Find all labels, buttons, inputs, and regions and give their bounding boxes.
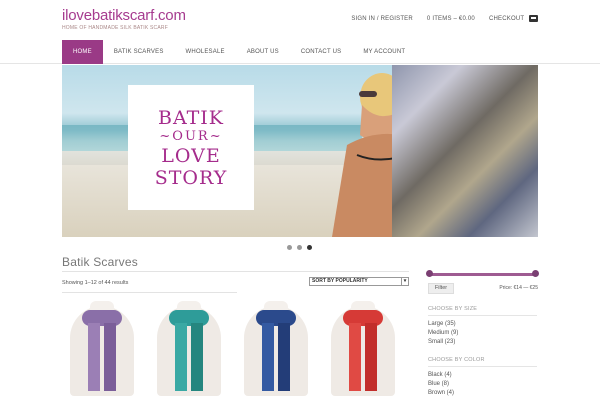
product-scarf — [365, 323, 377, 391]
slider-pagination — [287, 245, 312, 250]
slider-dot-2[interactable] — [297, 245, 302, 250]
cart-summary-link[interactable]: 0 ITEMS – €0.00 — [427, 16, 475, 22]
nav-batik-scarves[interactable]: BATIK SCARVES — [103, 40, 175, 64]
checkout-label: CHECKOUT — [488, 16, 525, 23]
product-scarf — [191, 323, 203, 391]
section-divider — [62, 271, 409, 272]
price-range-slider[interactable] — [428, 273, 537, 276]
product-scarf — [104, 323, 116, 391]
nav-home[interactable]: HOME — [62, 40, 103, 64]
size-filter-heading: CHOOSE BY SIZE — [428, 306, 478, 312]
account-links: SIGN IN / REGISTER 0 ITEMS – €0.00 CHECK… — [351, 15, 538, 22]
color-filter-heading: CHOOSE BY COLOR — [428, 357, 485, 363]
sign-in-link[interactable]: SIGN IN / REGISTER — [351, 16, 413, 22]
product-scarf — [88, 323, 100, 391]
main-navigation: HOME BATIK SCARVES WHOLESALE ABOUT US CO… — [0, 40, 600, 64]
product-scarf — [262, 323, 274, 391]
product-card[interactable] — [238, 301, 314, 396]
price-range-label: Price: €14 — €25 — [499, 285, 538, 291]
size-filter-small[interactable]: Small (23) — [428, 339, 455, 345]
nav-wholesale[interactable]: WHOLESALE — [175, 40, 236, 64]
product-card[interactable] — [151, 301, 227, 396]
hero-scarf — [392, 65, 538, 237]
product-scarf — [278, 323, 290, 391]
site-title[interactable]: ilovebatikscarf.com — [62, 7, 186, 24]
site-logo[interactable]: ilovebatikscarf.com HOME OF HANDMADE SIL… — [62, 7, 186, 31]
nav-my-account[interactable]: MY ACCOUNT — [352, 40, 416, 64]
color-filter-black[interactable]: Black (4) — [428, 372, 452, 378]
size-filter-divider — [428, 315, 537, 316]
result-divider — [62, 292, 237, 293]
color-filter-divider — [428, 366, 537, 367]
hero-logo-love: LOVE — [161, 144, 221, 167]
nav-about-us[interactable]: ABOUT US — [236, 40, 290, 64]
hero-logo-batik: BATIK — [157, 106, 225, 129]
hero-logo-our: ~OUR~ — [159, 128, 223, 144]
sort-select-value: SORT BY POPULARITY — [312, 278, 368, 284]
section-title: Batik Scarves — [62, 255, 138, 269]
filter-button[interactable]: Filter — [428, 283, 454, 294]
color-filter-brown[interactable]: Brown (4) — [428, 390, 454, 396]
chevron-down-icon: ▾ — [401, 278, 408, 285]
hero-logo-card: BATIK ~OUR~ LOVE STORY — [128, 85, 254, 210]
nav-contact-us[interactable]: CONTACT US — [290, 40, 352, 64]
price-min-handle[interactable] — [426, 270, 433, 277]
checkout-link[interactable]: CHECKOUT — [489, 15, 538, 22]
cart-icon — [529, 15, 538, 22]
price-max-handle[interactable] — [532, 270, 539, 277]
size-filter-medium[interactable]: Medium (9) — [428, 330, 458, 336]
hero-logo-story: STORY — [154, 166, 228, 189]
product-scarf — [349, 323, 361, 391]
sort-select[interactable]: SORT BY POPULARITY ▾ — [309, 277, 409, 286]
product-card[interactable] — [64, 301, 140, 396]
result-count: Showing 1–12 of 44 results — [62, 280, 129, 286]
slider-dot-3[interactable] — [307, 245, 312, 250]
hero-slider[interactable]: BATIK ~OUR~ LOVE STORY — [62, 65, 538, 237]
product-card[interactable] — [325, 301, 401, 396]
site-tagline: HOME OF HANDMADE SILK BATIK SCARF — [62, 25, 168, 31]
color-filter-blue[interactable]: Blue (8) — [428, 381, 449, 387]
slider-dot-1[interactable] — [287, 245, 292, 250]
size-filter-large[interactable]: Large (35) — [428, 321, 456, 327]
product-scarf — [175, 323, 187, 391]
